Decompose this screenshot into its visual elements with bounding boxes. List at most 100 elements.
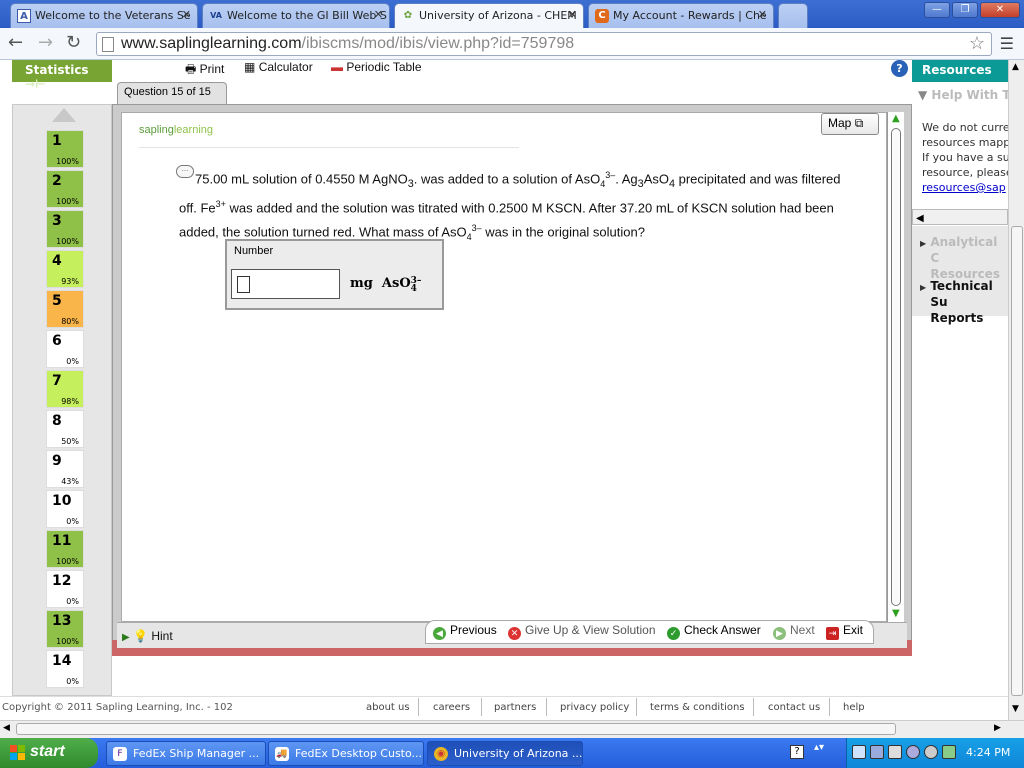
panel-horizontal-scrollbar[interactable]: ◀ — [912, 209, 1008, 225]
address-bar[interactable]: www.saplinglearning.com/ibiscms/mod/ibis… — [96, 32, 992, 56]
give-up-x-icon: ✕ — [508, 627, 521, 640]
question-nav-item[interactable]: 13 100% — [46, 610, 84, 648]
footer-link-privacy[interactable]: privacy policy — [560, 702, 629, 713]
back-arrow-icon[interactable]: ← — [8, 34, 23, 52]
scrollbar-thumb[interactable] — [1011, 226, 1023, 696]
page-vertical-scrollbar[interactable]: ▲ ▼ — [1008, 60, 1024, 720]
question-nav-item[interactable]: 8 50% — [46, 410, 84, 448]
new-tab-button[interactable] — [778, 3, 808, 28]
question-nav-item[interactable]: 14 0% — [46, 650, 84, 688]
question-nav-item[interactable]: 12 0% — [46, 570, 84, 608]
browser-tab-university-arizona[interactable]: ✿ University of Arizona - CHEM ✕ — [394, 3, 584, 29]
scroll-left-icon[interactable]: ◀ — [913, 213, 924, 224]
menu-item-analytical-resources[interactable]: ▶ Analytical C Resources — [920, 234, 1008, 282]
question-nav-item[interactable]: 2 100% — [46, 170, 84, 208]
footer-link-contact[interactable]: contact us — [768, 702, 820, 713]
maximize-window-icon[interactable]: ❐ — [952, 2, 978, 18]
tab-favicon-icon: A — [17, 9, 31, 23]
question-score: 98% — [61, 397, 79, 406]
page-horizontal-scrollbar[interactable]: ◀ ▶ — [0, 720, 1024, 738]
collapse-arrows-icon[interactable]: →⊢ — [25, 77, 46, 91]
hint-label: Hint — [151, 629, 173, 643]
close-tab-icon[interactable]: ✕ — [568, 8, 577, 21]
footer-divider — [418, 698, 419, 716]
expand-arrow-icon: ▶ — [122, 632, 130, 643]
close-tab-icon[interactable]: ✕ — [374, 8, 383, 21]
content-scrollbar[interactable]: ▲ ▼ — [887, 112, 904, 622]
footer-link-help[interactable]: help — [843, 702, 865, 713]
calculator-label: Calculator — [258, 60, 313, 74]
question-nav-item[interactable]: 9 43% — [46, 450, 84, 488]
volume-icon[interactable] — [924, 745, 938, 759]
footer-link-careers[interactable]: careers — [433, 702, 470, 713]
security-icon[interactable] — [942, 745, 956, 759]
footer-link-about[interactable]: about us — [366, 702, 410, 713]
help-icon[interactable]: ? — [891, 60, 908, 77]
shield-icon[interactable] — [870, 745, 884, 759]
taskbar-item-fedex-desktop[interactable]: 🚚 FedEx Desktop Custo... — [268, 741, 424, 766]
printer-icon[interactable] — [888, 745, 902, 759]
question-nav-item[interactable]: 10 0% — [46, 490, 84, 528]
question-nav-item[interactable]: 1 100% — [46, 130, 84, 168]
sync-icon[interactable] — [906, 745, 920, 759]
hint-button[interactable]: ▶ 💡 Hint — [122, 629, 173, 643]
question-nav-item[interactable]: 11 100% — [46, 530, 84, 568]
tab-favicon-icon: ✿ — [403, 10, 413, 21]
close-tab-icon[interactable]: ✕ — [758, 8, 767, 21]
browser-tab-gi-bill[interactable]: VA Welcome to the GI Bill Web S ✕ — [202, 3, 390, 28]
scrollbar-thumb[interactable] — [891, 128, 901, 606]
taskbar-item-fedex-ship-manager[interactable]: F FedEx Ship Manager ... — [106, 741, 266, 766]
help-with-topic-header[interactable]: ▼ Help With T — [912, 86, 1008, 106]
scroll-up-icon[interactable]: ▲ — [1012, 62, 1019, 72]
help-tray-icon[interactable]: ? — [790, 745, 804, 759]
bookmark-star-icon[interactable]: ☆ — [969, 33, 985, 54]
resources-email-link[interactable]: resources@sap — [922, 180, 1008, 195]
resources-header[interactable]: Resources — [912, 60, 1008, 82]
question-segment: AsO — [643, 171, 669, 187]
close-window-icon[interactable]: ✕ — [980, 2, 1020, 18]
footer-link-terms[interactable]: terms & conditions — [650, 702, 745, 713]
scroll-down-icon[interactable]: ▼ — [1012, 704, 1019, 714]
footer-link-partners[interactable]: partners — [494, 702, 536, 713]
scroll-right-icon[interactable]: ▶ — [994, 723, 1001, 733]
question-nav-item[interactable]: 6 0% — [46, 330, 84, 368]
scroll-up-icon[interactable]: ▲ — [892, 113, 900, 124]
next-button[interactable]: ▶ Next — [773, 623, 815, 640]
lightbulb-icon: 💡 — [133, 629, 148, 643]
network-icon[interactable] — [852, 745, 866, 759]
question-nav-item[interactable]: 7 98% — [46, 370, 84, 408]
close-tab-icon[interactable]: ✕ — [182, 8, 191, 21]
question-nav-item[interactable]: 4 93% — [46, 250, 84, 288]
give-up-button[interactable]: ✕ Give Up & View Solution — [508, 623, 656, 640]
scroll-down-icon[interactable]: ▼ — [892, 608, 900, 619]
question-number: 8 — [52, 413, 62, 429]
browser-menu-icon[interactable]: ☰ — [1000, 34, 1014, 53]
question-nav-item[interactable]: 5 80% — [46, 290, 84, 328]
start-label: start — [30, 743, 65, 760]
browser-tab-veterans[interactable]: A Welcome to the Veterans Se ✕ — [10, 3, 198, 28]
exit-door-icon: ⇥ — [826, 627, 839, 640]
periodic-table-button[interactable]: ▬ Periodic Table — [331, 60, 422, 74]
page-icon — [102, 37, 114, 52]
calculator-button[interactable]: ▦ Calculator — [244, 60, 313, 74]
tray-expand-icon[interactable]: ▴▾ — [814, 742, 824, 753]
answer-unit: mg AsO 3– 4 — [350, 276, 421, 294]
footer-divider — [546, 698, 547, 716]
browser-tab-rewards[interactable]: C My Account - Rewards | Che ✕ — [588, 3, 774, 28]
taskbar-item-university-arizona[interactable]: ◉ University of Arizona ... — [427, 741, 583, 766]
question-nav-item[interactable]: 3 100% — [46, 210, 84, 248]
statistics-button[interactable]: Statistics →⊢ — [12, 60, 112, 91]
scrollbar-thumb[interactable] — [16, 723, 896, 735]
previous-button[interactable]: ◀ Previous — [433, 623, 497, 640]
scroll-left-icon[interactable]: ◀ — [3, 723, 10, 733]
forward-arrow-icon[interactable]: → — [38, 34, 53, 52]
menu-item-technical-support[interactable]: ▶ Technical Su Reports — [920, 278, 1008, 326]
minimize-window-icon[interactable]: — — [924, 2, 950, 18]
check-answer-button[interactable]: ✓ Check Answer — [667, 623, 761, 640]
print-button[interactable]: 🖶 Print — [185, 60, 224, 81]
question-score: 100% — [56, 557, 79, 566]
map-button[interactable]: Map ⧉ — [821, 113, 879, 135]
exit-button[interactable]: ⇥ Exit — [826, 623, 863, 640]
reload-icon[interactable]: ↻ — [66, 34, 81, 52]
scroll-up-arrow-icon[interactable] — [52, 108, 76, 122]
